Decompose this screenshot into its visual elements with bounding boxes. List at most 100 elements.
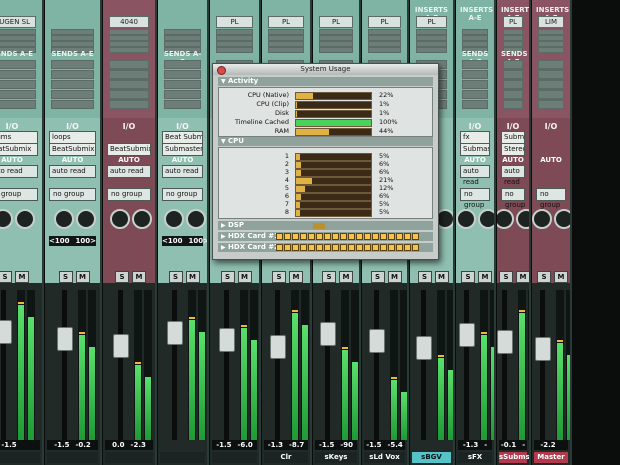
- solo-button[interactable]: S: [220, 271, 235, 283]
- track-name[interactable]: sFX: [458, 452, 492, 463]
- automation-mode-selector[interactable]: auto read: [107, 165, 151, 178]
- send-slot[interactable]: [109, 100, 149, 109]
- mute-button[interactable]: M: [289, 271, 303, 283]
- insert-slot[interactable]: PL: [416, 16, 447, 28]
- cpu-section-header[interactable]: ▼ CPU: [218, 137, 433, 146]
- pan-knob-left[interactable]: [163, 209, 184, 229]
- volume-fader[interactable]: [113, 334, 129, 358]
- volume-fader[interactable]: [497, 330, 513, 354]
- pan-knob-right[interactable]: [185, 209, 206, 229]
- insert-slot[interactable]: PL: [368, 16, 401, 28]
- mute-button[interactable]: M: [434, 271, 449, 283]
- close-icon[interactable]: [217, 66, 226, 75]
- mute-button[interactable]: M: [237, 271, 252, 283]
- group-selector[interactable]: no group: [460, 188, 490, 209]
- pan-knob-left[interactable]: [53, 209, 74, 229]
- send-slot[interactable]: [0, 90, 36, 99]
- track-name[interactable]: [160, 452, 205, 463]
- group-selector[interactable]: no group: [536, 188, 566, 209]
- automation-mode-selector[interactable]: auto read: [460, 165, 490, 186]
- insert-slot[interactable]: 4040: [109, 16, 149, 28]
- automation-mode-selector[interactable]: auto read: [0, 165, 38, 178]
- send-slot[interactable]: [462, 80, 488, 89]
- send-slot[interactable]: [538, 90, 564, 99]
- insert-slot[interactable]: LIM: [538, 16, 564, 28]
- pan-knob-left[interactable]: [110, 209, 130, 229]
- volume-fader[interactable]: [459, 323, 475, 347]
- send-slot[interactable]: [109, 90, 149, 99]
- empty-insert-slot[interactable]: [368, 47, 401, 53]
- solo-button[interactable]: S: [168, 271, 183, 283]
- pan-knob-left[interactable]: [0, 209, 13, 229]
- send-slot[interactable]: [0, 60, 36, 69]
- empty-insert-slot[interactable]: [268, 47, 304, 53]
- send-slot[interactable]: [503, 100, 523, 109]
- send-slot[interactable]: [503, 90, 523, 99]
- pan-knob-right[interactable]: [554, 209, 570, 229]
- send-slot[interactable]: [462, 90, 488, 99]
- solo-button[interactable]: S: [370, 271, 385, 283]
- hdx-card-1-header[interactable]: ▶ HDX Card #1: [218, 232, 433, 241]
- volume-fader[interactable]: [415, 336, 432, 360]
- solo-button[interactable]: S: [58, 271, 73, 283]
- send-slot[interactable]: [538, 80, 564, 89]
- empty-insert-slot[interactable]: [109, 47, 149, 53]
- hdx-card-2-header[interactable]: ▶ HDX Card #2: [218, 243, 433, 252]
- send-slot[interactable]: [109, 80, 149, 89]
- empty-insert-slot[interactable]: [416, 47, 447, 53]
- volume-fader[interactable]: [166, 321, 183, 345]
- send-slot[interactable]: [462, 70, 488, 79]
- mute-button[interactable]: M: [185, 271, 200, 283]
- track-name[interactable]: [0, 452, 40, 463]
- solo-button[interactable]: S: [322, 271, 336, 283]
- mute-button[interactable]: M: [15, 271, 29, 283]
- send-slot[interactable]: [51, 80, 94, 89]
- track-name[interactable]: sBGV: [412, 452, 451, 463]
- mute-button[interactable]: M: [132, 271, 146, 283]
- insert-slot[interactable]: PL: [503, 16, 523, 28]
- send-slot[interactable]: [164, 70, 201, 79]
- insert-slot[interactable]: PL: [268, 16, 304, 28]
- pan-knob-right[interactable]: [15, 209, 35, 229]
- volume-fader[interactable]: [320, 322, 336, 346]
- mute-button[interactable]: M: [478, 271, 492, 283]
- group-selector[interactable]: no group: [0, 188, 38, 201]
- mute-button[interactable]: M: [387, 271, 402, 283]
- automation-mode-selector[interactable]: auto read: [49, 165, 96, 178]
- volume-fader[interactable]: [270, 335, 286, 359]
- send-slot[interactable]: [503, 60, 523, 69]
- output-selector[interactable]: Submaster: [460, 143, 490, 156]
- send-slot[interactable]: [462, 100, 488, 109]
- mute-button[interactable]: M: [339, 271, 353, 283]
- group-selector[interactable]: no group: [107, 188, 151, 201]
- send-slot[interactable]: [164, 90, 201, 99]
- group-selector[interactable]: no group: [162, 188, 203, 201]
- mute-button[interactable]: M: [75, 271, 90, 283]
- automation-mode-selector[interactable]: auto read: [501, 165, 525, 186]
- volume-fader[interactable]: [535, 337, 551, 361]
- activity-section-header[interactable]: ▼ Activity: [218, 77, 433, 86]
- automation-mode-selector[interactable]: auto read: [162, 165, 203, 178]
- pan-knob-left[interactable]: [456, 209, 476, 229]
- send-slot[interactable]: [0, 100, 36, 109]
- track-name[interactable]: [212, 452, 257, 463]
- output-selector[interactable]: Submaster: [162, 143, 203, 156]
- send-slot[interactable]: [51, 100, 94, 109]
- pan-knob-right[interactable]: [132, 209, 152, 229]
- send-slot[interactable]: [503, 80, 523, 89]
- send-slot[interactable]: [51, 70, 94, 79]
- send-slot[interactable]: [538, 100, 564, 109]
- track-name[interactable]: [47, 452, 98, 463]
- mute-button[interactable]: M: [516, 271, 529, 283]
- track-name[interactable]: sSubmstr1: [499, 452, 529, 463]
- solo-button[interactable]: S: [417, 271, 432, 283]
- insert-slot[interactable]: PL: [216, 16, 253, 28]
- solo-button[interactable]: S: [537, 271, 551, 283]
- send-slot[interactable]: [109, 70, 149, 79]
- solo-button[interactable]: S: [272, 271, 286, 283]
- send-slot[interactable]: [51, 90, 94, 99]
- track-name[interactable]: sKeys: [315, 452, 357, 463]
- empty-insert-slot[interactable]: [216, 47, 253, 53]
- track-name[interactable]: [105, 452, 153, 463]
- solo-button[interactable]: S: [461, 271, 475, 283]
